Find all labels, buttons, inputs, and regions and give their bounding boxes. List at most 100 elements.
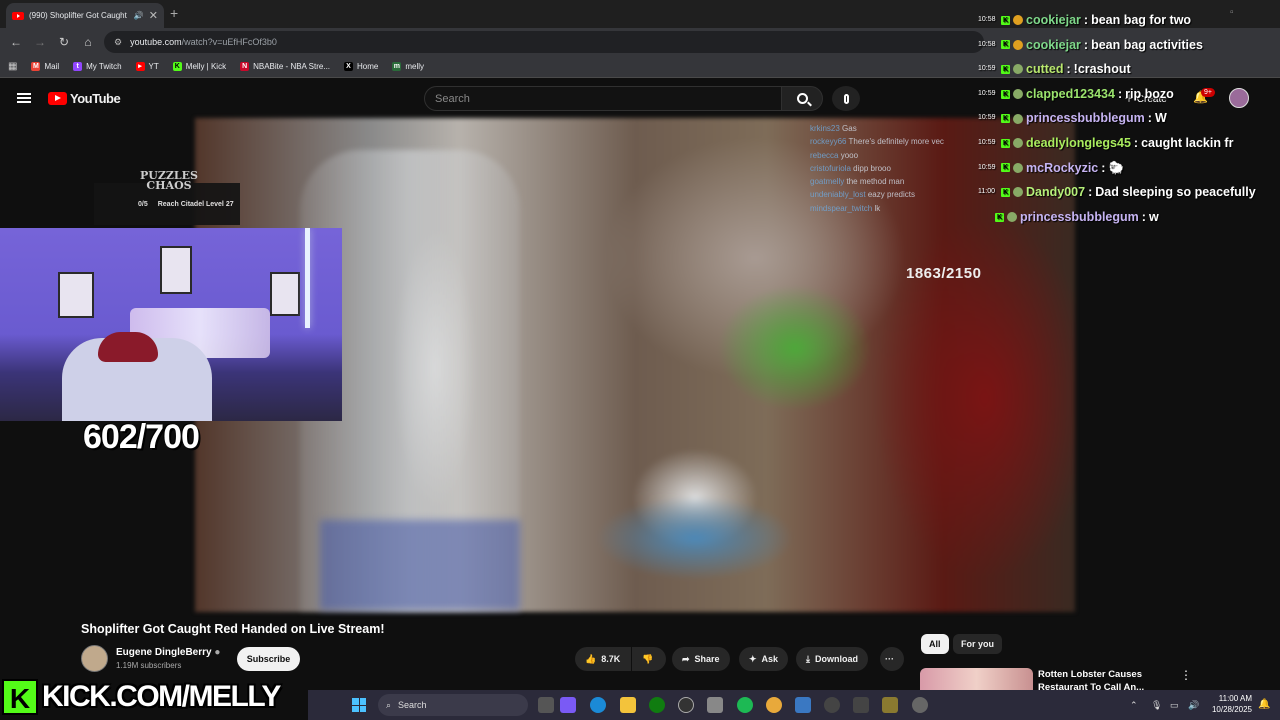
search-icon (796, 93, 808, 104)
kick-badge-icon: K (1001, 15, 1010, 25)
chrome-icon[interactable] (766, 697, 782, 713)
youtube-favicon-icon (12, 11, 24, 20)
bookmark-nbabite[interactable]: N NBABite - NBA Stre... (240, 62, 330, 71)
url-field[interactable]: ⚙ youtube.com/watch?v=uEfHFcOf3b0 (104, 31, 984, 53)
photos-icon[interactable] (795, 697, 811, 713)
youtube-search-input[interactable]: Search (424, 86, 782, 111)
recommended-title[interactable]: Rotten Lobster Causes Restaurant To Call… (1038, 668, 1168, 690)
chat-username[interactable]: clapped123434 (1026, 82, 1115, 107)
streamer-webcam (0, 228, 342, 421)
notification-center-icon[interactable]: 🔔 (1258, 699, 1270, 710)
site-info-icon[interactable]: ⚙ (114, 37, 122, 48)
bookmark-mail[interactable]: M Mail (31, 62, 59, 71)
chat-username[interactable]: deadlylonglegs45 (1026, 131, 1131, 156)
obs-icon[interactable] (678, 697, 694, 713)
bookmark-label: NBABite - NBA Stre... (253, 62, 331, 71)
voice-search-button[interactable] (832, 86, 860, 111)
bookmark-yt[interactable]: ▸ YT (135, 62, 159, 71)
channel-avatar[interactable] (81, 645, 108, 672)
chat-username[interactable]: princessbubblegum (1026, 106, 1145, 131)
task-view-icon[interactable] (538, 697, 554, 713)
ghost-chat-line: mindspear_twitch lk (810, 203, 881, 213)
recommended-thumbnail[interactable] (920, 668, 1033, 692)
chat-colon: : (1141, 209, 1146, 224)
taskbar-clock[interactable]: 11:00 AM 10/28/2025 (1208, 693, 1252, 715)
xbox-icon[interactable] (649, 697, 665, 713)
store-icon[interactable] (707, 697, 723, 713)
kick-chat-line: 10:58 Kcookiejar: bean bag activities (978, 33, 1278, 58)
app-icon[interactable] (882, 697, 898, 713)
close-tab-icon[interactable]: ✕ (149, 9, 158, 22)
forward-icon[interactable]: → (28, 35, 52, 49)
file-explorer-icon[interactable] (620, 697, 636, 713)
sparkle-icon: ✦ (749, 653, 757, 664)
youtube-logo[interactable]: YouTube (48, 91, 121, 106)
kick-badge-icon: K (1001, 114, 1010, 124)
display-tray-icon[interactable]: ▭ (1170, 700, 1179, 711)
terminal-icon[interactable] (853, 697, 869, 713)
channel-name[interactable]: Eugene DingleBerry ● (116, 647, 220, 658)
kebab-menu-icon[interactable]: ⋮ (1180, 668, 1192, 682)
bookmark-twitch[interactable]: t My Twitch (73, 62, 122, 71)
chip-all[interactable]: All (921, 634, 949, 654)
bookmark-label: melly (405, 62, 425, 71)
subscriber-badge-icon (1007, 212, 1017, 223)
ghost-chat-line: krkins23 Gas (810, 124, 857, 133)
subscriber-badge-icon (1013, 64, 1023, 75)
ask-button[interactable]: ✦ Ask (739, 647, 789, 671)
search-button[interactable] (781, 86, 823, 111)
bookmark-label: Mail (44, 62, 60, 71)
melly-icon: m (392, 62, 402, 71)
like-button[interactable]: 👍 8.7K (575, 647, 631, 671)
browser-tab-active[interactable]: (990) Shoplifter Got Caught 🔊 ✕ (6, 3, 164, 28)
home-icon[interactable]: ⌂ (76, 35, 100, 49)
chat-username[interactable]: princessbubblegum (1020, 205, 1139, 230)
volume-tray-icon[interactable]: 🔊 (1188, 700, 1199, 711)
follower-goal-counter: 602/700 (83, 418, 200, 456)
video-blurred-label (320, 520, 520, 610)
download-button[interactable]: ⤓ Download (796, 647, 868, 671)
kick-badge-icon: K (1001, 163, 1010, 173)
red-hat (98, 332, 158, 362)
copilot-icon[interactable] (560, 697, 576, 713)
speaker-icon: 🔊 (133, 11, 144, 20)
wall-poster (58, 272, 94, 318)
chat-username[interactable]: mcRockyzic (1026, 156, 1098, 181)
puzzles-chaos-logo: PUZZLES CHAOS (140, 169, 198, 192)
media-player-icon[interactable] (824, 697, 840, 713)
verified-icon: ● (214, 647, 221, 658)
chat-username[interactable]: Dandy007 (1026, 180, 1085, 205)
chip-for-you[interactable]: For you (953, 634, 1002, 654)
reload-icon[interactable]: ↻ (52, 35, 76, 49)
more-actions-button[interactable]: ··· (880, 647, 904, 671)
bookmark-x-home[interactable]: X Home (344, 62, 378, 71)
new-tab-button[interactable]: + (170, 5, 178, 21)
windows-start-icon[interactable] (352, 698, 366, 712)
youtube-logo-text: YouTube (70, 91, 121, 106)
bookmark-kick[interactable]: K Melly | Kick (172, 62, 226, 71)
edge-icon[interactable] (590, 697, 606, 713)
settings-gear-icon[interactable] (912, 697, 928, 713)
apps-grid-icon[interactable]: ▦ (8, 61, 17, 72)
subscribe-button[interactable]: Subscribe (237, 647, 300, 671)
dislike-button[interactable]: 👎 (632, 647, 666, 671)
back-icon[interactable]: ← (4, 35, 28, 49)
chat-username[interactable]: cookiejar (1026, 33, 1081, 58)
chat-username[interactable]: cookiejar (1026, 8, 1081, 33)
chat-colon: : (1117, 86, 1123, 101)
chat-timestamp: 10:59 (978, 65, 996, 73)
bookmark-label: My Twitch (86, 62, 122, 71)
microphone-icon (843, 93, 849, 104)
taskbar-search[interactable]: ⌕ Search (378, 694, 528, 716)
x-logo-icon: X (344, 62, 354, 71)
tray-chevron-icon[interactable]: ⌃ (1130, 700, 1138, 711)
puzzles-chaos-widget: PUZZLES CHAOS 0/5 Reach Citadel Level 27 (94, 170, 240, 225)
chat-message: !crashout (1073, 62, 1131, 77)
share-button[interactable]: ➦ Share (672, 647, 730, 671)
ghost-chat-line: goatmelly the method man (810, 177, 905, 187)
chat-username[interactable]: cutted (1026, 57, 1064, 82)
spotify-icon[interactable] (737, 697, 753, 713)
microphone-tray-icon[interactable]: 🎙 (1151, 700, 1162, 711)
bookmark-melly[interactable]: m melly (392, 62, 424, 71)
menu-icon[interactable] (17, 93, 31, 103)
